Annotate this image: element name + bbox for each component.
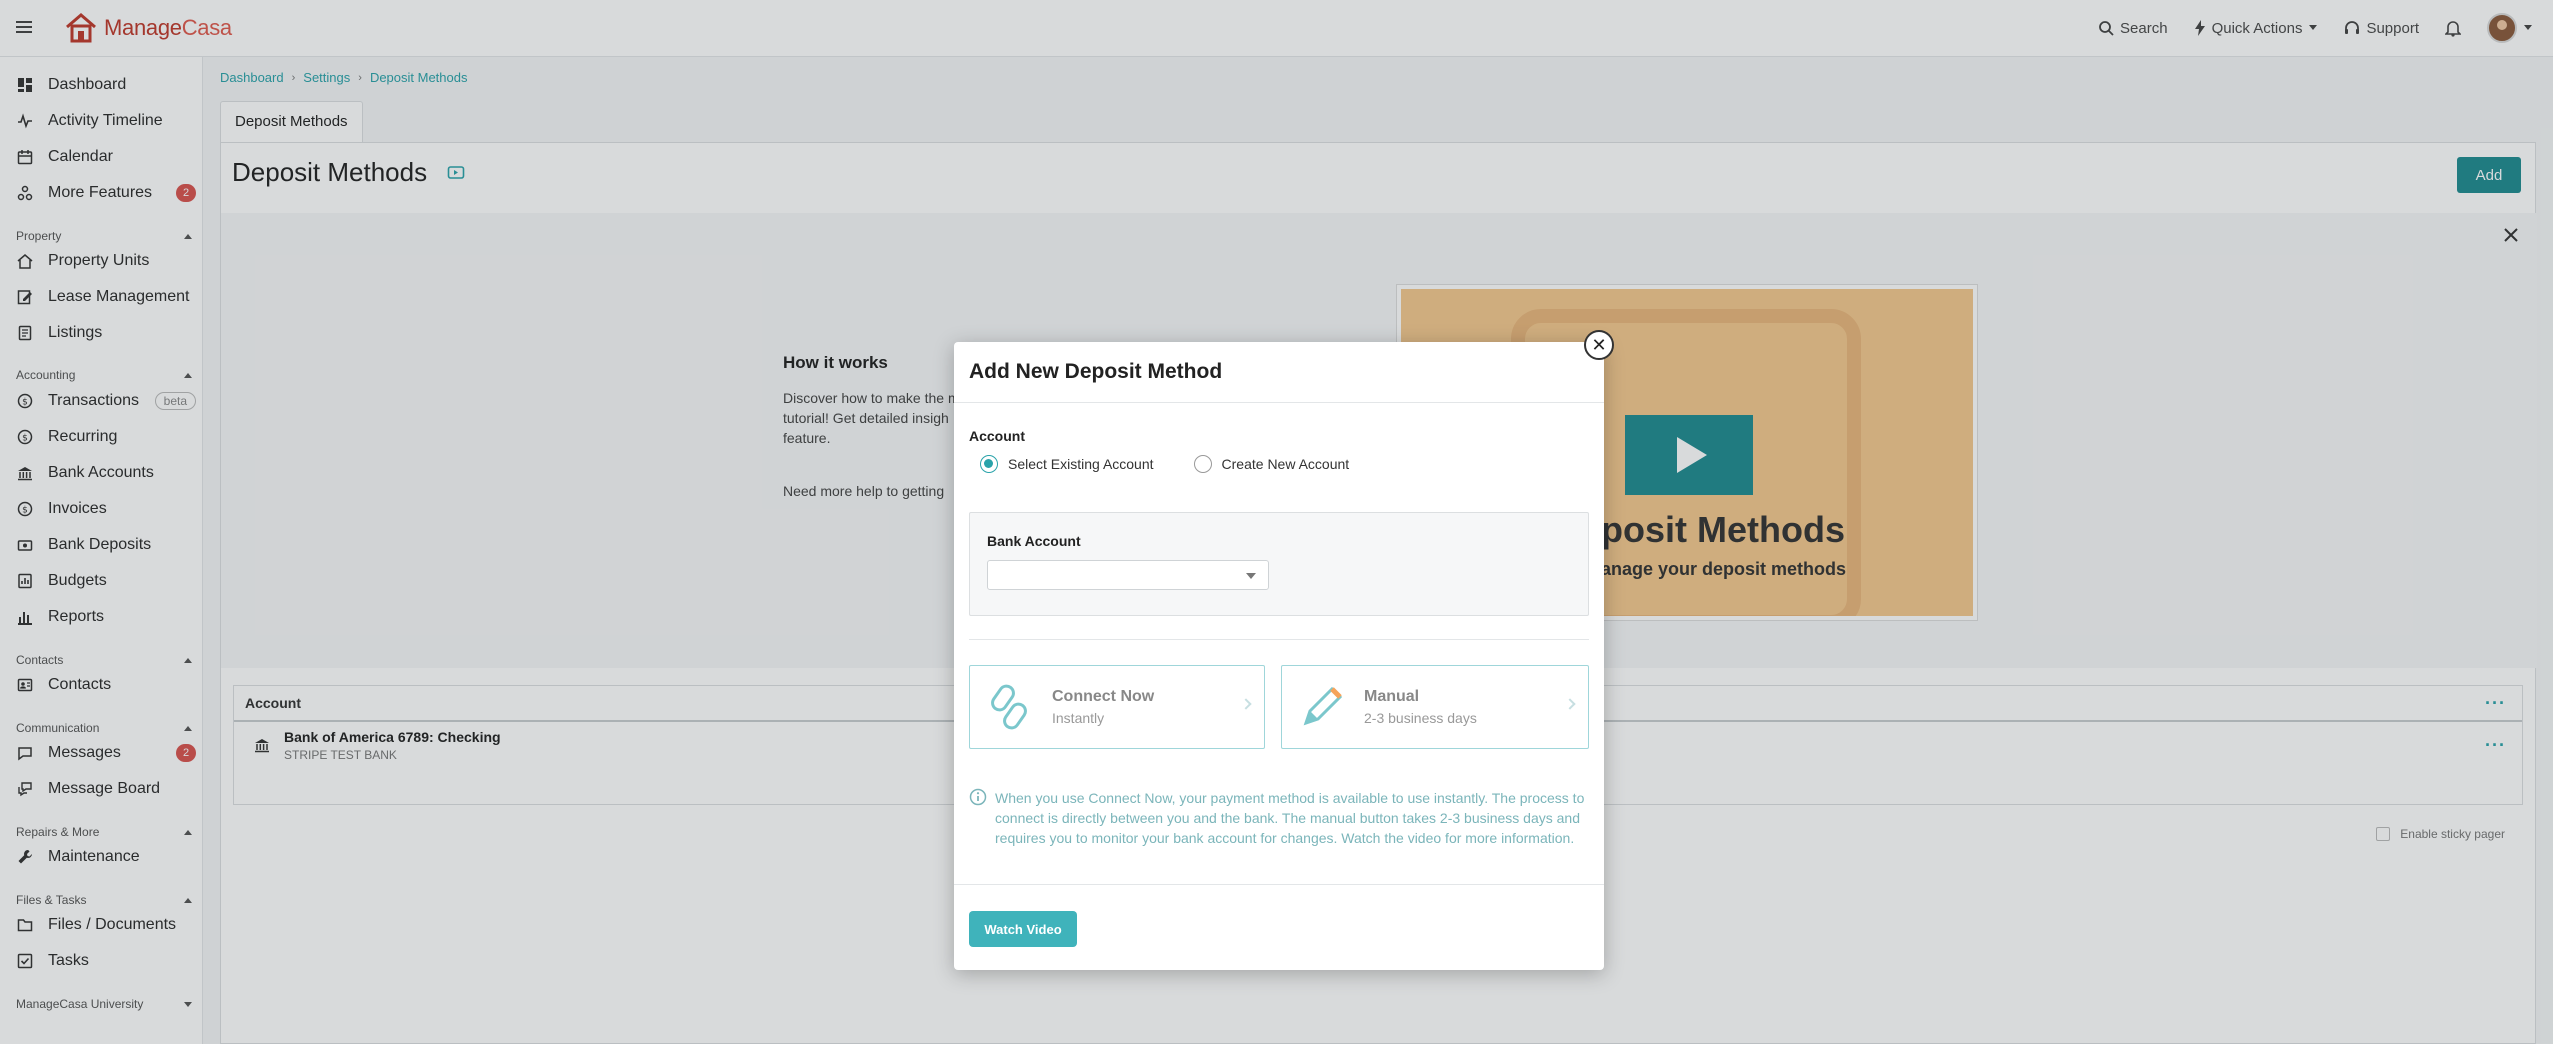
chevron-right-icon: [1564, 698, 1576, 710]
add-deposit-method-modal: ✕ Add New Deposit Method Account Select …: [954, 330, 1614, 970]
manual-title: Manual: [1364, 688, 1420, 705]
connect-now-title: Connect Now: [1052, 688, 1155, 705]
divider: [954, 884, 1604, 885]
account-label: Account: [969, 428, 1025, 444]
connect-now-subtitle: Instantly: [1052, 710, 1105, 726]
radio-create-new-account[interactable]: Create New Account: [1193, 455, 1350, 473]
bank-account-label: Bank Account: [987, 533, 1081, 549]
manual-option[interactable]: Manual 2-3 business days: [1281, 665, 1589, 749]
info-text: When you use Connect Now, your payment m…: [995, 790, 1585, 846]
bank-account-select[interactable]: [987, 560, 1269, 590]
modal-title: Add New Deposit Method: [969, 360, 1223, 383]
divider: [969, 639, 1589, 640]
watch-video-button[interactable]: Watch Video: [969, 911, 1077, 947]
chevron-right-icon: [1240, 698, 1252, 710]
radio-select-existing-account[interactable]: Select Existing Account: [980, 455, 1154, 473]
modal-close-button[interactable]: ✕: [1584, 330, 1614, 360]
divider: [954, 402, 1604, 403]
info-message: When you use Connect Now, your payment m…: [969, 788, 1594, 848]
bank-account-section: Bank Account: [969, 512, 1589, 616]
link-chain-icon: [984, 682, 1034, 732]
connect-now-option[interactable]: Connect Now Instantly: [969, 665, 1265, 749]
pencil-icon: [1296, 682, 1346, 732]
info-icon: [969, 788, 987, 848]
radio-label: Select Existing Account: [1008, 456, 1154, 472]
manual-subtitle: 2-3 business days: [1364, 710, 1477, 726]
radio-button[interactable]: [1193, 455, 1212, 473]
radio-button-checked[interactable]: [980, 455, 998, 473]
radio-label: Create New Account: [1221, 456, 1350, 472]
